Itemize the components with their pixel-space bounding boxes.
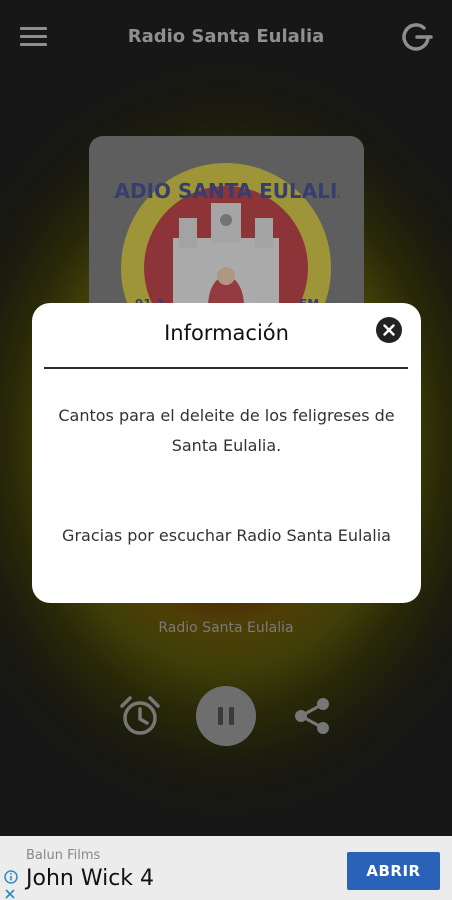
ad-close-icon[interactable] (4, 888, 16, 900)
ad-banner[interactable]: Balun Films John Wick 4 ABRIR (0, 836, 452, 900)
dialog-body: Cantos para el deleite de los feligreses… (52, 401, 401, 551)
power-icon[interactable] (400, 20, 434, 54)
ad-open-button[interactable]: ABRIR (347, 852, 440, 890)
svg-text:RADIO SANTA EULALIA: RADIO SANTA EULALIA (113, 179, 339, 203)
dialog-paragraph: Cantos para el deleite de los feligreses… (58, 406, 395, 455)
close-button[interactable] (376, 317, 402, 343)
app-title: Radio Santa Eulalia (127, 26, 325, 47)
ad-advertiser: Balun Films (26, 848, 101, 863)
share-icon[interactable] (291, 694, 335, 738)
player-controls (0, 686, 452, 748)
station-name: Radio Santa Eulalia (158, 620, 294, 636)
close-icon (383, 324, 395, 336)
ad-title: John Wick 4 (26, 866, 155, 891)
dialog-title: Información (164, 321, 289, 345)
pause-icon (218, 707, 223, 725)
alarm-icon[interactable] (118, 694, 162, 738)
info-dialog: Información Cantos para el deleite de lo… (32, 303, 421, 603)
dialog-paragraph: Gracias por escuchar Radio Santa Eulalia (62, 526, 391, 545)
info-icon[interactable] (4, 870, 18, 884)
top-bar: Radio Santa Eulalia (0, 0, 452, 76)
dialog-divider (44, 367, 408, 369)
pause-button[interactable] (196, 686, 256, 746)
